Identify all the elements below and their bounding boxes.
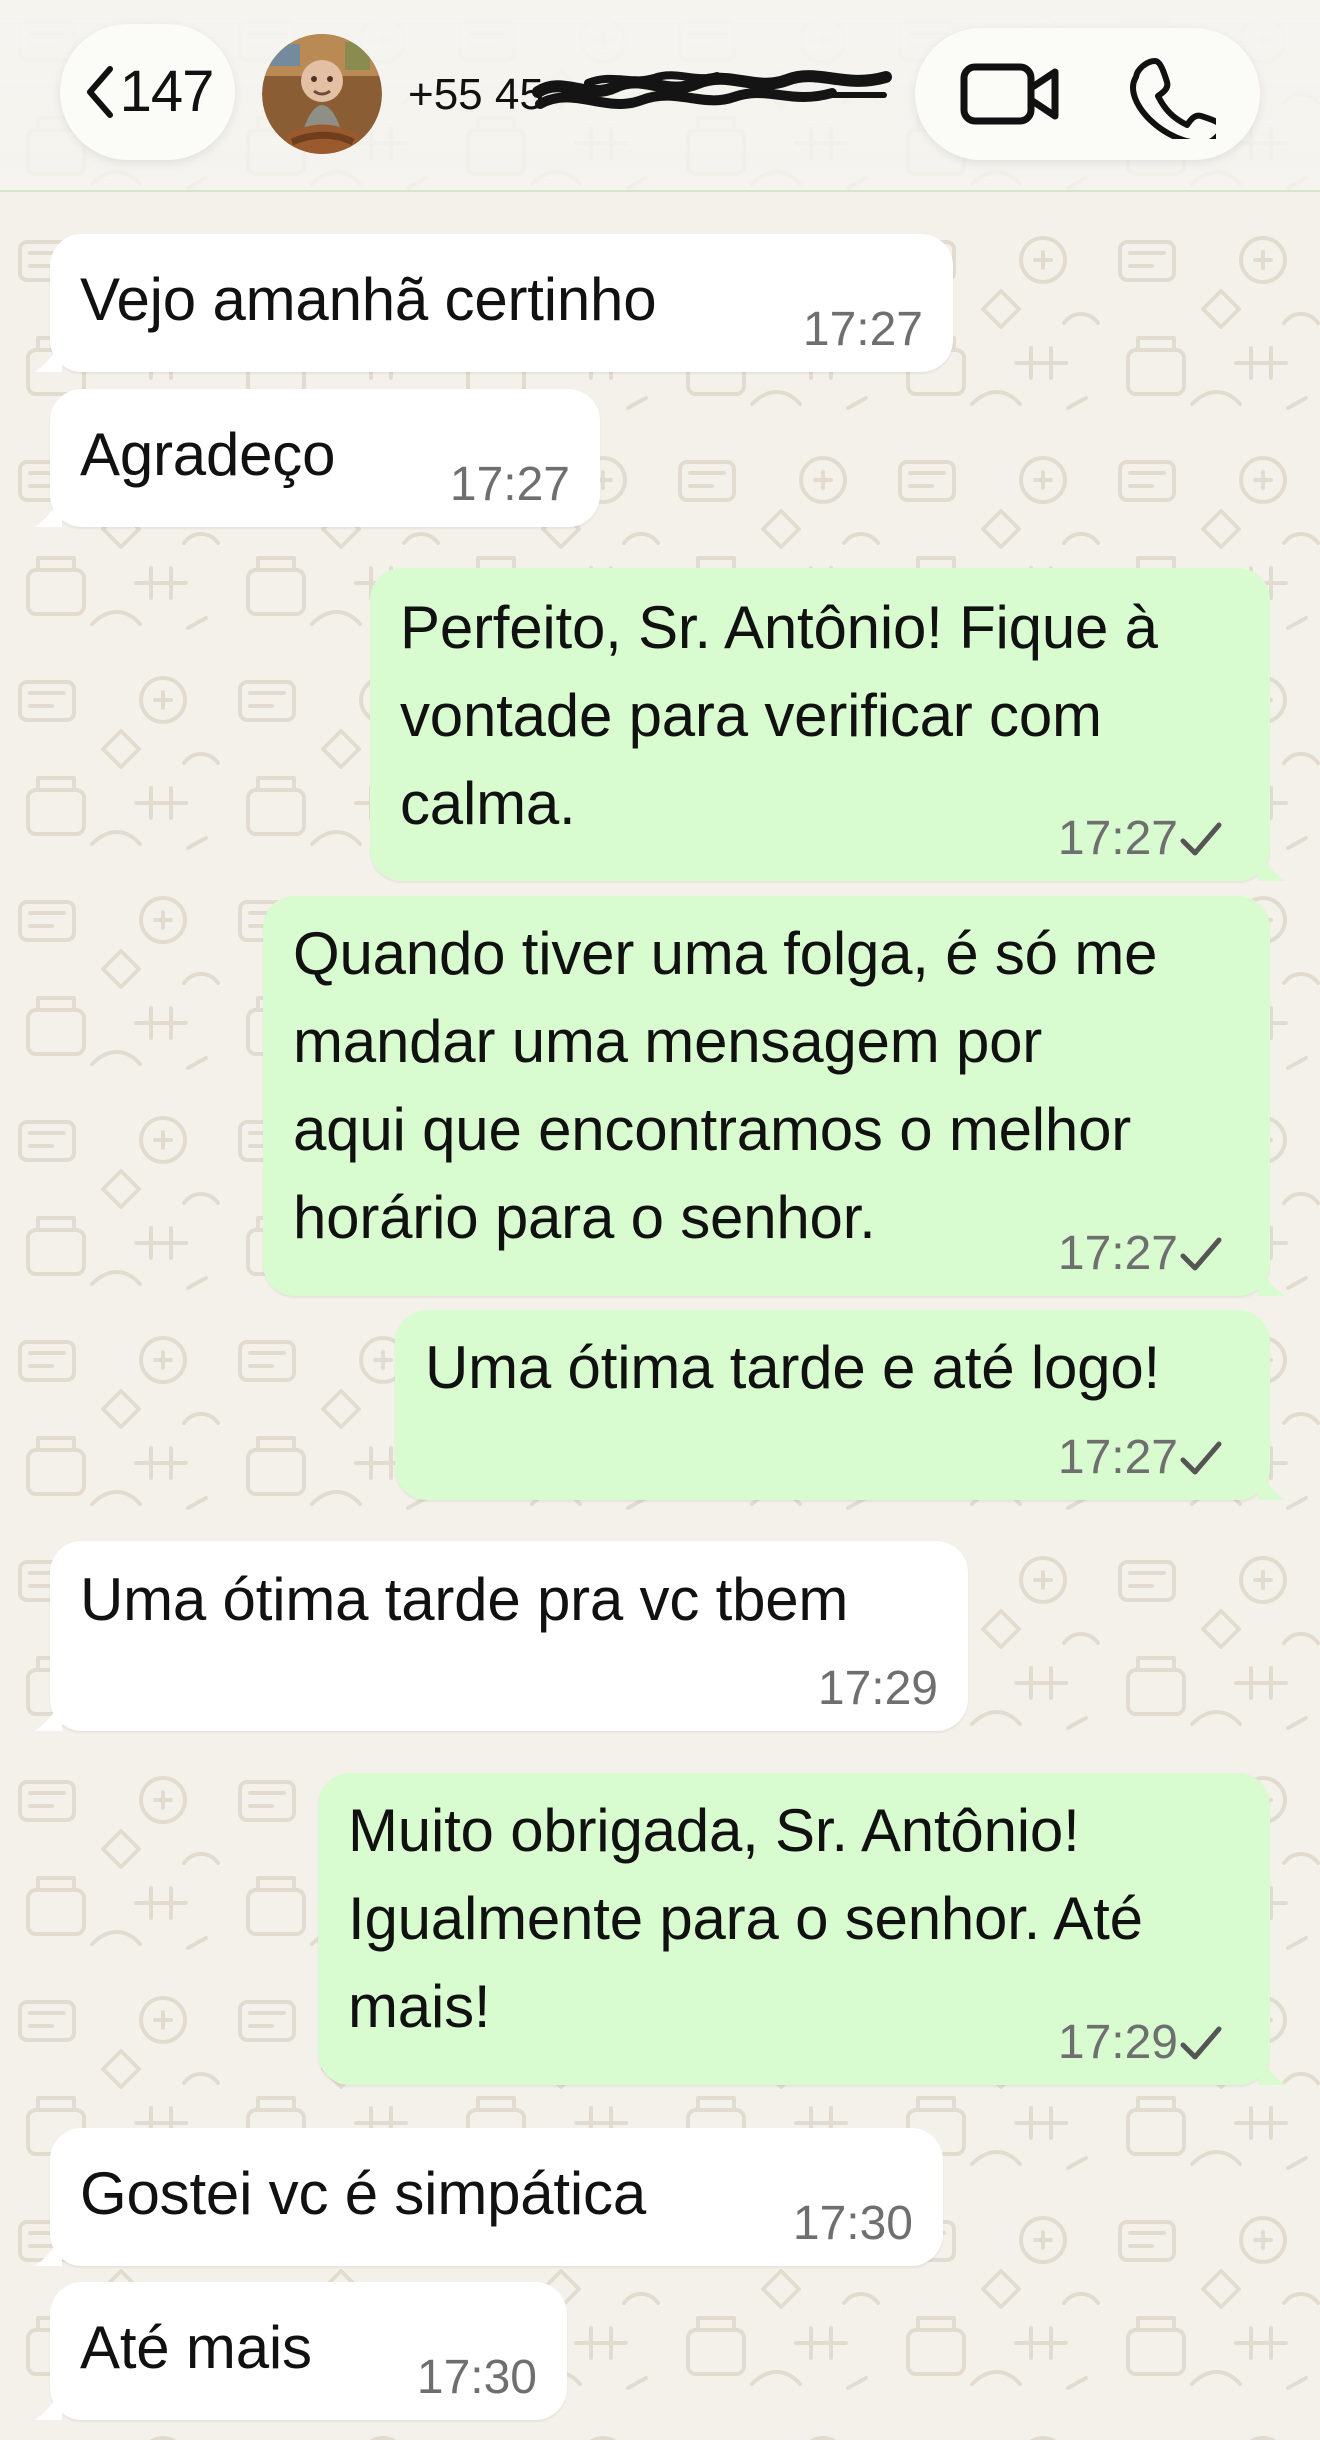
- redaction-mark: [532, 70, 892, 109]
- message-text: Uma ótima tarde e até logo!: [425, 1334, 1160, 1401]
- message-bubble[interactable]: Uma ótima tarde pra vc tbem 17:29: [34, 1541, 968, 1731]
- message-tail: [1258, 1470, 1286, 1500]
- voice-call-button[interactable]: [1125, 50, 1219, 140]
- message-text: Perfeito, Sr. Antônio! Fique à vontade p…: [400, 594, 1158, 837]
- unread-count: 147: [119, 59, 215, 124]
- video-call-button[interactable]: [955, 56, 1067, 132]
- message-time: 17:30: [416, 2351, 537, 2404]
- message-list: Vejo amanhã certinho 17:27 Agradeço 17:2…: [0, 0, 1320, 2440]
- contact-avatar[interactable]: [262, 34, 382, 154]
- sent-check-icon: [1180, 2026, 1222, 2060]
- message-bubble[interactable]: Gostei vc é simpática 17:30: [34, 2128, 943, 2266]
- message-text: Vejo amanhã certinho: [80, 266, 657, 333]
- message-text: Gostei vc é simpática: [80, 2160, 647, 2227]
- message-tail: [1258, 2055, 1286, 2085]
- message-text: Uma ótima tarde pra vc tbem: [80, 1566, 849, 1633]
- message-bubble[interactable]: Agradeço 17:27: [34, 389, 600, 527]
- message-tail: [34, 497, 62, 527]
- back-button[interactable]: 147: [60, 24, 235, 160]
- message-time: 17:27: [449, 458, 570, 511]
- phone-icon: [1130, 58, 1216, 139]
- sent-check-icon: [1180, 1441, 1222, 1475]
- message-bubble[interactable]: Quando tiver uma folga, é só me mandar u…: [263, 896, 1286, 1296]
- message-tail: [1258, 1266, 1286, 1296]
- chevron-left-icon: [86, 66, 113, 118]
- video-camera-icon: [960, 63, 1059, 125]
- message-time: 17:29: [1057, 2016, 1178, 2069]
- message-bubble[interactable]: Até mais 17:30: [34, 2282, 567, 2420]
- contact-name[interactable]: +55 45: [408, 62, 544, 128]
- message-time: 17:27: [1057, 812, 1178, 865]
- message-tail: [34, 2390, 62, 2420]
- message-text: Até mais: [80, 2314, 312, 2381]
- message-time: 17:30: [792, 2197, 913, 2250]
- message-tail: [1258, 851, 1286, 881]
- chat-header: 147 +55 45: [0, 0, 1320, 192]
- message-time: 17:27: [1057, 1431, 1178, 1484]
- call-actions: [915, 28, 1260, 160]
- avatar-image: [262, 34, 382, 154]
- message-bubble[interactable]: Muito obrigada, Sr. Antônio! Igualmente …: [318, 1773, 1286, 2085]
- message-time: 17:29: [817, 1662, 938, 1715]
- sent-check-icon: [1180, 822, 1222, 856]
- message-text: Agradeço: [80, 421, 336, 488]
- message-time: 17:27: [1057, 1227, 1178, 1280]
- message-tail: [34, 1701, 62, 1731]
- message-bubble[interactable]: Uma ótima tarde e até logo! 17:27: [395, 1310, 1286, 1500]
- message-tail: [34, 2236, 62, 2266]
- message-text: Quando tiver uma folga, é só me mandar u…: [293, 920, 1158, 1251]
- message-bubble[interactable]: Perfeito, Sr. Antônio! Fique à vontade p…: [370, 568, 1286, 881]
- sent-check-icon: [1180, 1237, 1222, 1271]
- message-text: Muito obrigada, Sr. Antônio! Igualmente …: [348, 1797, 1143, 2040]
- message-bubble[interactable]: Vejo amanhã certinho 17:27: [34, 234, 953, 372]
- message-tail: [34, 342, 62, 372]
- message-time: 17:27: [802, 303, 923, 356]
